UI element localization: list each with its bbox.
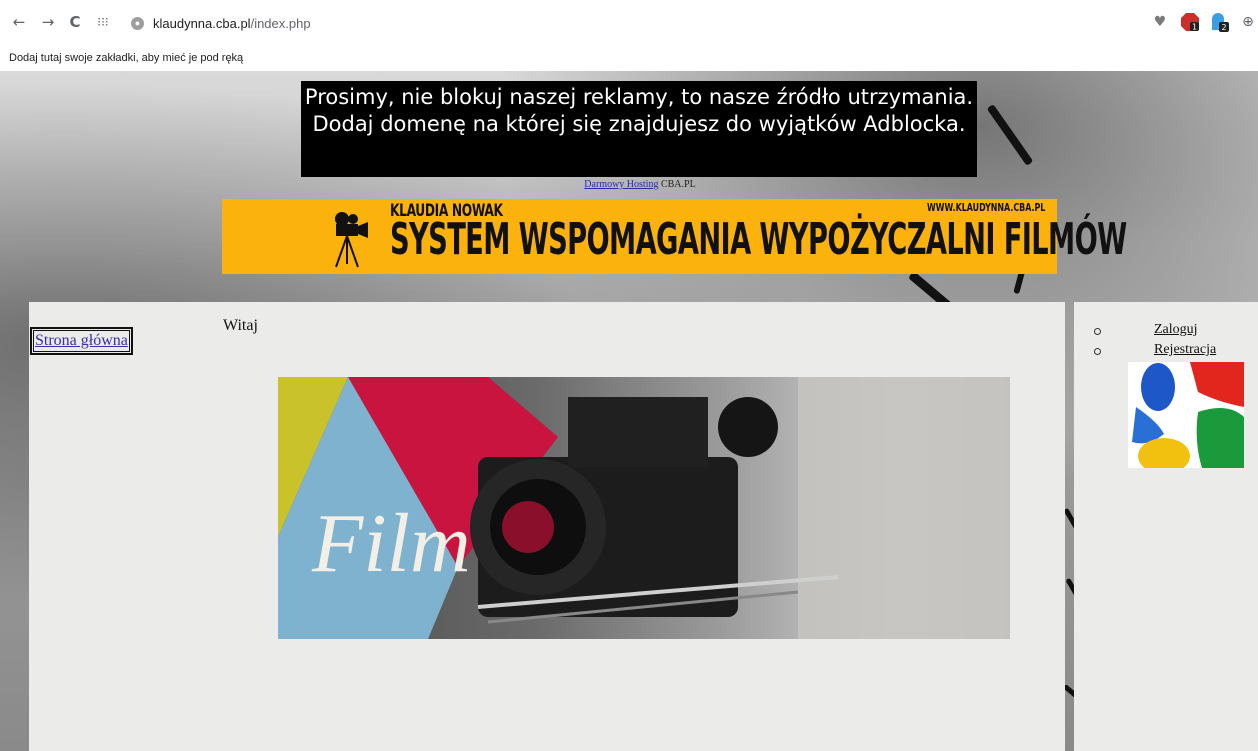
hosting-link[interactable]: Darmowy Hosting	[584, 179, 658, 190]
ghostery-badge: 2	[1221, 23, 1226, 32]
forward-icon[interactable]: →	[39, 13, 57, 31]
back-icon[interactable]: ←	[10, 13, 28, 31]
paint-logo	[1128, 362, 1244, 474]
welcome-text: Witaj	[223, 317, 258, 334]
background-stripe	[986, 104, 1034, 166]
hosting-line: Darmowy Hosting CBA.PL	[0, 179, 1258, 190]
reload-icon[interactable]: C	[66, 13, 84, 31]
bullet-icon	[1094, 348, 1101, 355]
ghostery-icon[interactable]: 2	[1208, 12, 1229, 32]
register-link[interactable]: Rejestracja	[1154, 342, 1216, 358]
address-bar[interactable]: ● klaudynna.cba.pl/index.php	[131, 13, 1131, 35]
film-camera-icon	[335, 212, 368, 268]
banner-title: SYSTEM WSPOMAGANIA WYPOŻYCZALNI FILMÓW	[390, 214, 1127, 265]
home-link[interactable]: Strona główna	[35, 332, 128, 349]
page-background: Prosimy, nie blokuj naszej reklamy, to n…	[0, 71, 1258, 751]
bookmarks-bar: Dodaj tutaj swoje zakładki, aby mieć je …	[0, 49, 1258, 71]
main-content: Strona główna Witaj Film	[29, 302, 1065, 751]
adblock-badge: 1	[1192, 23, 1197, 32]
url-path: /index.php	[250, 16, 311, 31]
film-word: Film	[312, 497, 471, 590]
home-nav: Strona główna	[30, 327, 133, 355]
globe-icon: ●	[131, 17, 144, 30]
banner-website: WWW.KLAUDYNNA.CBA.PL	[927, 201, 1046, 214]
adblock-notice: Prosimy, nie blokuj naszej reklamy, to n…	[301, 81, 977, 177]
login-link[interactable]: Zaloguj	[1154, 322, 1198, 338]
bookmarks-hint: Dodaj tutaj swoje zakładki, aby mieć je …	[9, 52, 244, 64]
download-icon[interactable]: ⊕	[1238, 12, 1258, 32]
hosting-suffix: CBA.PL	[660, 179, 696, 190]
browser-toolbar: ← → C ⁝⁝⁝ ● klaudynna.cba.pl/index.php ♥…	[0, 0, 1258, 49]
apps-icon[interactable]: ⁝⁝⁝	[94, 13, 112, 31]
side-menu-panel: Zaloguj Rejestracja	[1074, 302, 1258, 751]
url-text: klaudynna.cba.pl/index.php	[153, 13, 311, 35]
heart-icon[interactable]: ♥	[1150, 12, 1170, 32]
url-host: klaudynna.cba.pl	[153, 16, 251, 31]
film-hero-image: Film	[278, 377, 1010, 639]
adblock-plus-icon[interactable]: 1	[1180, 12, 1200, 32]
bullet-icon	[1094, 328, 1101, 335]
site-banner: KLAUDIA NOWAK WWW.KLAUDYNNA.CBA.PL SYSTE…	[222, 199, 1127, 274]
